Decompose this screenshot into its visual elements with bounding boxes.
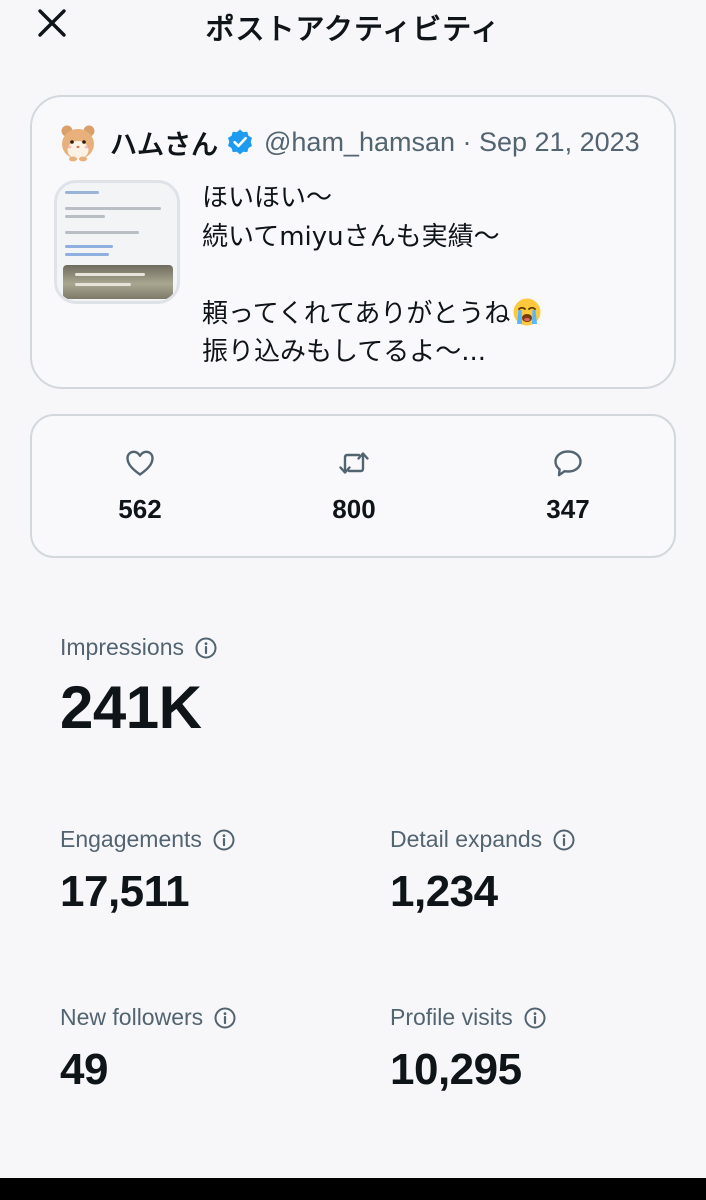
header: ポストアクティビティ	[0, 0, 706, 50]
new-followers-label-row: New followers	[60, 1004, 237, 1031]
info-icon[interactable]	[194, 636, 218, 660]
post-card[interactable]: ハムさん @ham_hamsan · Sep 21, 2023 ほいほい〜 続い…	[30, 95, 676, 389]
likes-count: 562	[118, 494, 162, 524]
post-text-line: 頼ってくれてありがとうね	[202, 298, 511, 329]
profile-visits-value: 10,295	[390, 1045, 522, 1094]
repost-icon	[339, 452, 369, 474]
new-followers-metric: New followers 49	[60, 1004, 237, 1095]
new-followers-label: New followers	[60, 1004, 204, 1030]
post-text-line: 振り込みもしてるよ〜...	[202, 337, 487, 367]
engagements-label: Engagements	[60, 826, 202, 852]
impressions-label-row: Impressions	[60, 634, 218, 661]
reposts-count: 800	[332, 494, 376, 524]
heart-icon	[126, 450, 154, 476]
reactions-card: 562 800 347	[30, 414, 676, 558]
thumbnail-detail	[65, 245, 113, 248]
thumbnail-photo	[63, 265, 173, 299]
replies-stat[interactable]: 347	[498, 446, 638, 525]
likes-stat[interactable]: 562	[70, 446, 210, 525]
detail-expands-value: 1,234	[390, 867, 498, 916]
info-icon[interactable]	[212, 828, 236, 852]
thumbnail-detail	[65, 191, 99, 194]
info-icon[interactable]	[213, 1006, 237, 1030]
post-text-line: 続いてmiyuさんも実績〜	[202, 221, 500, 252]
post-text: ほいほい〜 続いてmiyuさんも実績〜 頼ってくれてありがとうね 振り込みもして…	[202, 179, 662, 372]
impressions-metric: Impressions 241K	[60, 634, 218, 742]
thumbnail-detail	[75, 273, 145, 276]
thumbnail-detail	[65, 231, 139, 234]
post-author-row: ハムさん @ham_hamsan · Sep 21, 2023	[58, 121, 640, 163]
post-text-blank-line	[202, 256, 662, 295]
new-followers-value: 49	[60, 1045, 108, 1094]
thumbnail-detail	[75, 283, 131, 286]
engagements-label-row: Engagements	[60, 826, 236, 853]
replies-count: 347	[546, 494, 590, 524]
detail-expands-label: Detail expands	[390, 826, 543, 852]
post-image-thumbnail[interactable]	[54, 180, 180, 304]
profile-visits-label-row: Profile visits	[390, 1004, 547, 1031]
engagements-metric: Engagements 17,511	[60, 826, 236, 917]
info-icon[interactable]	[523, 1006, 547, 1030]
verified-badge-icon	[228, 129, 252, 155]
reposts-stat[interactable]: 800	[284, 446, 424, 525]
crying-face-emoji	[513, 298, 541, 325]
impressions-value: 241K	[60, 674, 202, 741]
thumbnail-detail	[65, 215, 105, 218]
info-icon[interactable]	[552, 828, 576, 852]
author-handle-and-date[interactable]: @ham_hamsan · Sep 21, 2023	[264, 127, 640, 158]
post-text-line-with-emoji: 頼ってくれてありがとうね	[202, 295, 662, 334]
thumbnail-detail	[65, 253, 109, 256]
author-display-name[interactable]: ハムさん	[110, 123, 218, 162]
profile-visits-metric: Profile visits 10,295	[390, 1004, 547, 1095]
thumbnail-detail	[65, 207, 161, 210]
post-activity-screen: ポストアクティビティ ハムさん @ham_hamsan · Sep 21, 20…	[0, 0, 706, 1200]
reply-icon	[554, 450, 582, 477]
post-text-line: ほいほい〜	[202, 183, 333, 213]
engagements-value: 17,511	[60, 867, 190, 916]
profile-visits-label: Profile visits	[390, 1004, 513, 1030]
impressions-label: Impressions	[60, 634, 184, 660]
avatar[interactable]	[58, 121, 98, 163]
detail-expands-metric: Detail expands 1,234	[390, 826, 576, 917]
bottom-edge-bar	[0, 1178, 706, 1200]
page-title: ポストアクティビティ	[205, 12, 501, 46]
detail-expands-label-row: Detail expands	[390, 826, 576, 853]
